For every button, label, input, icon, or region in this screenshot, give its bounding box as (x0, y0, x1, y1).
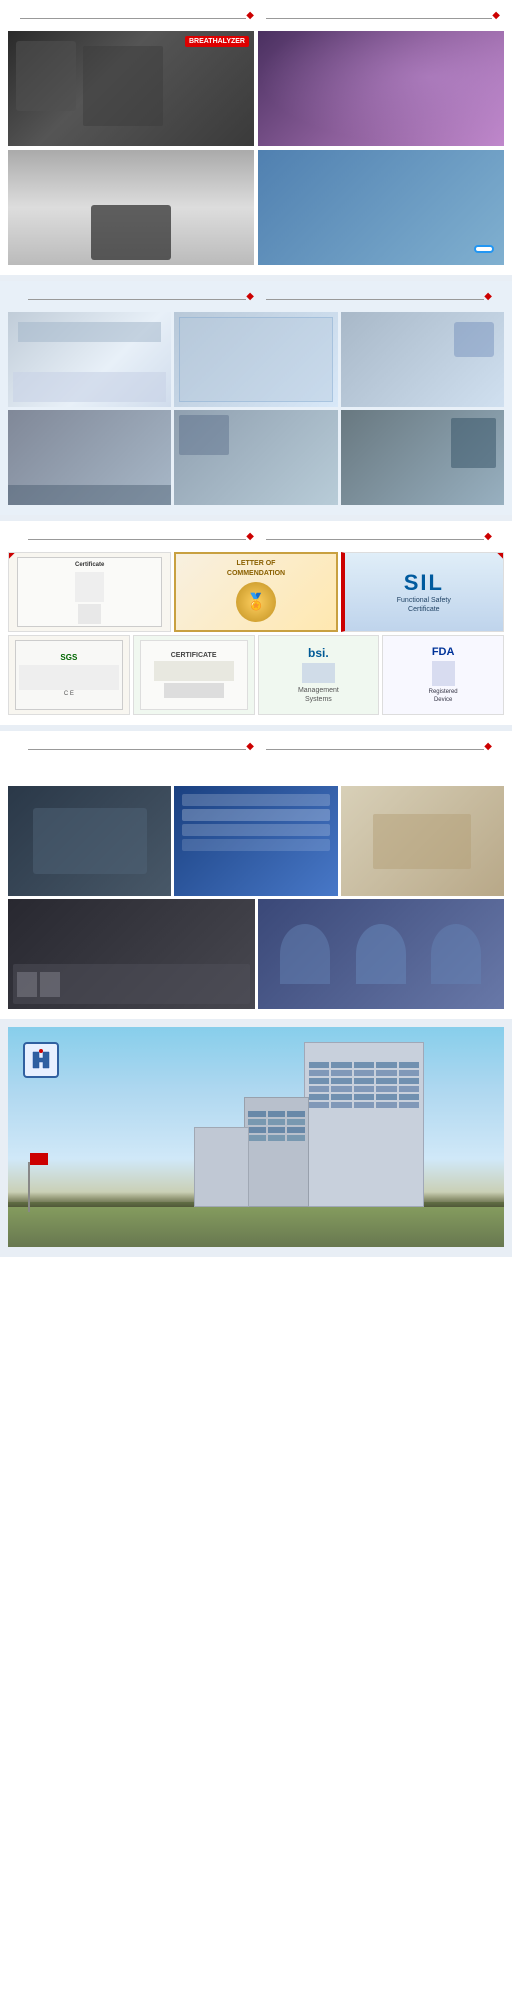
cust-img-3 (341, 312, 504, 407)
cert-cell-3: SIL Functional SafetyCertificate (341, 552, 504, 632)
cert-line-right (266, 539, 484, 540)
about-img-4 (8, 899, 255, 1009)
customers-header (8, 281, 504, 312)
cert-cell-5: CERTIFICATE (133, 635, 255, 715)
customers-section (0, 281, 512, 515)
product-cell-bar: BREATHALYZER (8, 31, 254, 146)
certs-row-2: SGS C E CERTIFICATE bsi. ManagementSyste… (8, 635, 504, 715)
cert-cell-1: Certificate (8, 552, 171, 632)
header-line-left (20, 18, 246, 19)
about-section (0, 731, 512, 1019)
cust-img-4 (8, 410, 171, 505)
cert-cell-7: FDA RegisteredDevice (382, 635, 504, 715)
about-header (8, 731, 504, 762)
product-grid: BREATHALYZER (8, 31, 504, 265)
about-img-3 (341, 786, 504, 896)
certs-header (8, 521, 504, 552)
cert-line-left (28, 539, 246, 540)
diamond-tl (8, 552, 15, 559)
workplace-badge (474, 245, 494, 253)
about-line-right (266, 749, 484, 750)
about-img-2 (174, 786, 337, 896)
building-image (8, 1027, 504, 1247)
hanwei-icon (23, 1042, 59, 1078)
building-section (0, 1027, 512, 1257)
cert-cell-4: SGS C E (8, 635, 130, 715)
product-cell-workplace (258, 150, 504, 265)
product-cell-police (8, 150, 254, 265)
cust-img-6 (341, 410, 504, 505)
product-cell-party (258, 31, 504, 146)
cust-img-2 (174, 312, 337, 407)
cust-img-1 (8, 312, 171, 407)
cust-line-right (266, 299, 484, 300)
product-application-header (0, 0, 512, 31)
cert-cell-2: LETTER OFCOMMENDATION 🏅 (174, 552, 337, 632)
about-img-1 (8, 786, 171, 896)
about-line-left (28, 749, 246, 750)
customers-grid (8, 312, 504, 505)
cust-img-5 (174, 410, 337, 505)
cust-line-left (28, 299, 246, 300)
about-description (8, 762, 504, 786)
certificates-section: Certificate LETTER OFCOMMENDATION 🏅 SIL … (0, 521, 512, 725)
about-img-5 (258, 899, 505, 1009)
about-bottom-images (8, 899, 504, 1009)
certs-row-1: Certificate LETTER OFCOMMENDATION 🏅 SIL … (8, 552, 504, 632)
about-top-images (8, 786, 504, 896)
cert-cell-6: bsi. ManagementSystems (258, 635, 380, 715)
product-application-section: BREATHALYZER (0, 31, 512, 275)
header-line-right (266, 18, 492, 19)
hanwei-logo (23, 1042, 65, 1078)
diamond-tr (497, 552, 504, 559)
